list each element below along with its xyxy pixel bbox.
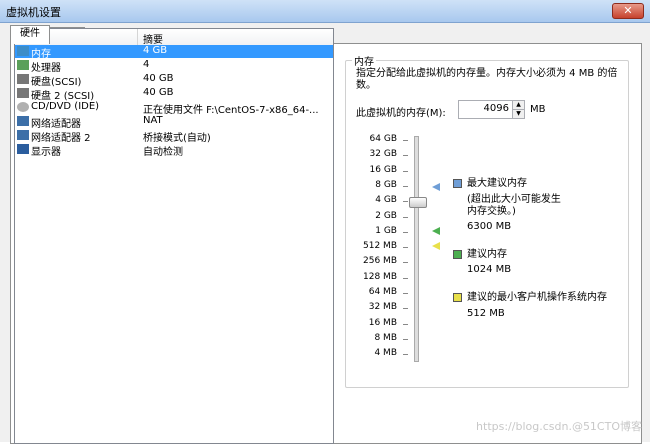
- scale-label: 16 MB: [368, 317, 397, 328]
- watermark: https://blog.csdn.@51CTO博客: [476, 420, 642, 433]
- close-button[interactable]: ✕: [612, 3, 644, 19]
- device-summary: 自动检测: [143, 147, 183, 158]
- scale-tick: [403, 170, 408, 172]
- device-name: 硬盘(SCSI): [31, 77, 82, 88]
- device-summary: 4 GB: [143, 45, 168, 56]
- device-row[interactable]: 处理器 4: [15, 59, 333, 74]
- recommended-legend-swatch: [453, 250, 462, 259]
- memory-slider-thumb[interactable]: [409, 197, 427, 208]
- harddisk-icon: [17, 88, 29, 98]
- memory-description: 指定分配给此虚拟机的内存量。内存大小必须为 4 MB 的倍数。: [356, 68, 618, 91]
- memory-stepper[interactable]: ▲ ▼: [512, 100, 525, 119]
- memory-value: 4096: [483, 103, 509, 114]
- max-legend-swatch: [453, 179, 462, 188]
- scale-label: 64 MB: [368, 287, 397, 297]
- max-legend-value: 6300 MB: [467, 221, 512, 232]
- device-list[interactable]: 设备 摘要 内存4 GB处理器4硬盘(SCSI)40 GB硬盘 2 (SCSI)…: [14, 28, 334, 444]
- recommended-marker-icon: [432, 227, 440, 235]
- display-icon: [17, 144, 29, 154]
- recommended-legend-value: 1024 MB: [467, 264, 512, 275]
- memory-group-label: 内存: [352, 53, 376, 68]
- scale-tick: [403, 338, 408, 340]
- scale-tick: [403, 155, 408, 157]
- scale-tick: [403, 185, 408, 187]
- device-name: 硬盘 2 (SCSI): [31, 91, 95, 102]
- max-legend-note: (超出此大小可能发生内存交换。): [467, 194, 561, 217]
- network-adapter-icon: [17, 130, 29, 140]
- scale-label: 16 GB: [369, 164, 397, 175]
- device-summary: 4: [143, 59, 150, 70]
- device-list-header: 设备 摘要: [15, 29, 333, 46]
- scale-tick: [403, 140, 408, 141]
- device-name: 显示器: [31, 147, 61, 158]
- recommended-legend-title: 建议内存: [467, 249, 507, 260]
- max-recommended-marker-icon: [432, 183, 440, 191]
- max-legend-title: 最大建议内存: [467, 178, 527, 189]
- device-summary: NAT: [143, 115, 163, 126]
- device-row[interactable]: 硬盘 2 (SCSI) 40 GB: [15, 87, 333, 102]
- min-legend-title: 建议的最小客户机操作系统内存: [467, 292, 607, 303]
- device-name: CD/DVD (IDE): [31, 101, 100, 112]
- scale-tick: [403, 323, 408, 325]
- device-summary: 40 GB: [143, 73, 174, 84]
- device-name: 处理器: [31, 63, 61, 74]
- scale-label: 8 MB: [374, 332, 397, 343]
- scale-label: 256 MB: [363, 256, 397, 267]
- scale-label: 4 MB: [374, 348, 397, 359]
- scale-tick: [403, 231, 408, 233]
- harddisk-icon: [17, 74, 29, 84]
- network-adapter-icon: [17, 116, 29, 126]
- scale-label: 32 MB: [368, 302, 397, 313]
- device-name: 网络适配器: [31, 119, 81, 130]
- memory-unit: MB: [530, 104, 546, 115]
- processor-icon: [17, 60, 29, 70]
- scale-label: 4 GB: [375, 195, 397, 206]
- device-row[interactable]: 网络适配器 NAT: [15, 115, 333, 130]
- title-bar: 虚拟机设置 ✕: [0, 0, 650, 23]
- device-row[interactable]: 内存 4 GB: [15, 45, 333, 60]
- scale-tick: [403, 308, 408, 310]
- scale-tick: [403, 262, 408, 264]
- scale-tick: [403, 201, 408, 203]
- scale-tick: [403, 216, 408, 218]
- device-summary: 40 GB: [143, 87, 174, 98]
- stepper-down-icon[interactable]: ▼: [513, 110, 524, 118]
- device-summary: 正在使用文件 F:\CentOS-7-x86_64-...: [143, 105, 319, 116]
- memory-input[interactable]: 4096: [458, 100, 514, 119]
- memory-field-label: 此虚拟机的内存(M):: [356, 108, 446, 119]
- scale-label: 512 MB: [363, 241, 397, 252]
- scale-tick: [403, 277, 408, 279]
- scale-label: 128 MB: [363, 271, 397, 282]
- min-legend-swatch: [453, 293, 462, 302]
- device-name: 内存: [31, 49, 51, 60]
- summary-column-header[interactable]: 摘要: [143, 31, 163, 46]
- device-summary: 桥接模式(自动): [143, 133, 211, 144]
- memory-slider-track[interactable]: [414, 136, 419, 362]
- cd-dvd-icon: [17, 102, 29, 112]
- device-row[interactable]: 硬盘(SCSI) 40 GB: [15, 73, 333, 88]
- memory-icon: [17, 46, 29, 56]
- scale-label: 32 GB: [369, 149, 397, 160]
- device-name: 网络适配器 2: [31, 133, 91, 144]
- scale-label: 2 GB: [375, 210, 397, 221]
- device-row[interactable]: 网络适配器 2 桥接模式(自动): [15, 129, 333, 144]
- scale-label: 1 GB: [375, 225, 397, 236]
- scale-tick: [403, 354, 408, 356]
- window-title: 虚拟机设置: [6, 6, 61, 19]
- device-row[interactable]: CD/DVD (IDE) 正在使用文件 F:\CentOS-7-x86_64-..…: [15, 101, 333, 116]
- device-row[interactable]: 显示器 自动检测: [15, 143, 333, 158]
- scale-tick: [403, 293, 408, 294]
- tab-hardware[interactable]: 硬件: [10, 25, 50, 44]
- scale-label: 8 GB: [375, 179, 397, 190]
- scale-label: 64 GB: [369, 134, 397, 144]
- stepper-up-icon[interactable]: ▲: [513, 101, 524, 110]
- min-recommended-marker-icon: [432, 242, 440, 250]
- min-legend-value: 512 MB: [467, 308, 505, 319]
- scale-tick: [403, 247, 408, 249]
